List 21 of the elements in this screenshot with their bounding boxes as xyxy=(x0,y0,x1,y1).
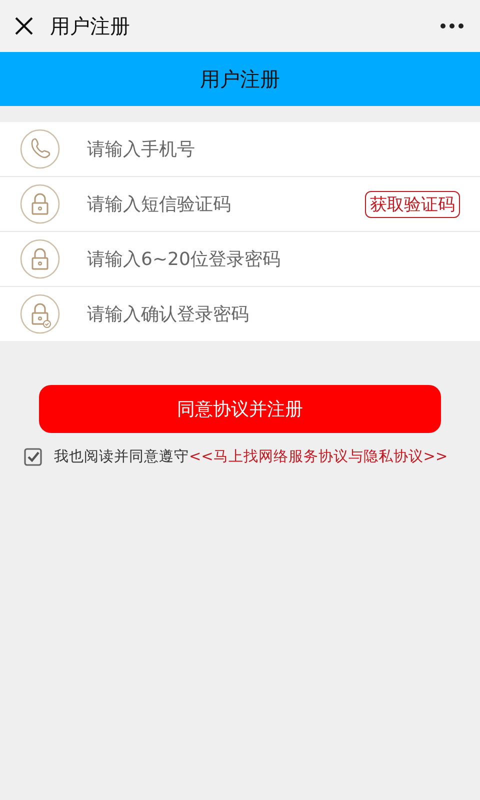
input-field[interactable]: 请输入短信验证码 xyxy=(87,194,365,214)
input-field[interactable]: 请输入手机号 xyxy=(87,138,460,160)
header-title: 用户注册 xyxy=(200,66,280,92)
input-row[interactable]: 请输入手机号 xyxy=(0,122,480,176)
get-code-button[interactable]: 获取验证码 xyxy=(365,190,460,218)
page-title: 用户注册 xyxy=(50,12,131,40)
input-field[interactable]: 请输入确认登录密码 xyxy=(87,304,460,324)
phone-icon xyxy=(20,129,60,169)
lock-icon xyxy=(20,184,60,224)
lock-icon xyxy=(20,239,60,279)
register-button[interactable]: 同意协议并注册 xyxy=(39,385,441,433)
more-icon[interactable] xyxy=(440,23,464,29)
agreement-link[interactable]: <<马上找网络服务协议与隐私协议>> xyxy=(189,449,448,465)
checkbox[interactable] xyxy=(24,448,42,466)
close-icon[interactable] xyxy=(14,16,34,36)
input-row[interactable]: 请输入6~20位登录密码 xyxy=(0,231,480,286)
input-row[interactable]: 请输入确认登录密码 xyxy=(0,286,480,341)
input-field[interactable]: 请输入6~20位登录密码 xyxy=(87,248,460,270)
agreement-text: 我也阅读并同意遵守<<马上找网络服务协议与隐私协议>> xyxy=(54,448,448,466)
lock-check-icon xyxy=(20,294,60,334)
input-row[interactable]: 请输入短信验证码 获取验证码 xyxy=(0,176,480,231)
